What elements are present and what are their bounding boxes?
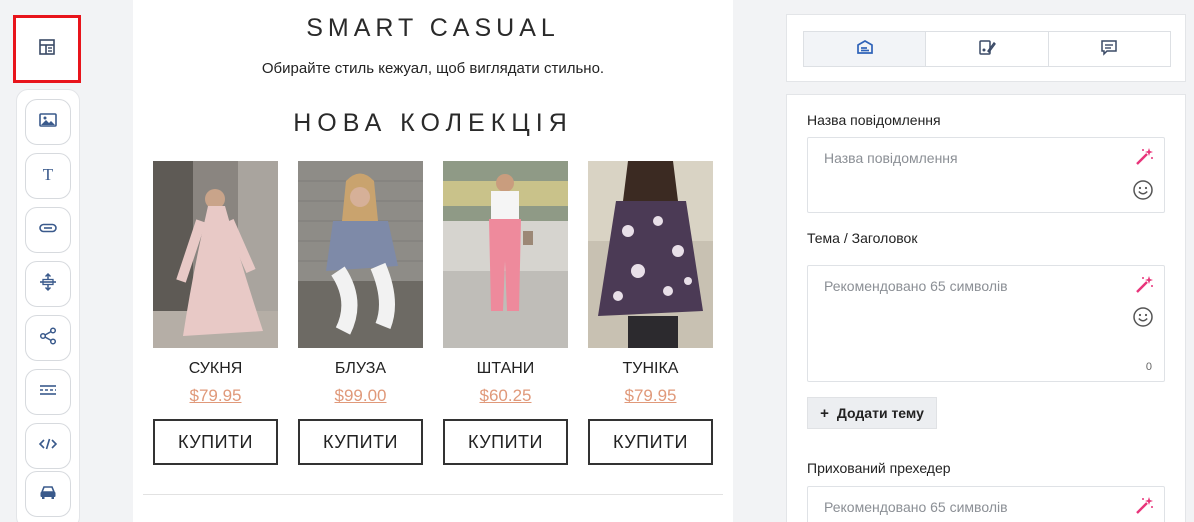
message-name-field[interactable]: Назва повідомлення bbox=[807, 137, 1165, 213]
brand-title[interactable]: SMART CASUAL bbox=[133, 14, 733, 43]
spacer-icon bbox=[38, 272, 58, 297]
dress-photo[interactable] bbox=[153, 161, 278, 348]
comments-tab[interactable] bbox=[1048, 32, 1170, 66]
subject-char-counter: 0 bbox=[1145, 361, 1152, 373]
product-card: ТУНІКА $79.95 КУПИТИ bbox=[588, 161, 713, 465]
layout-block-button[interactable] bbox=[13, 15, 81, 83]
email-canvas[interactable]: SMART CASUAL Обирайте стиль кежуал, щоб … bbox=[133, 0, 733, 522]
layout-block-icon bbox=[37, 37, 57, 62]
text-block-button[interactable]: T bbox=[25, 153, 71, 199]
image-block-button[interactable] bbox=[25, 99, 71, 145]
tunic-photo[interactable] bbox=[588, 161, 713, 348]
blouse-photo[interactable] bbox=[298, 161, 423, 348]
tagline-text[interactable]: Обирайте стиль кежуал, щоб виглядати сти… bbox=[133, 60, 733, 77]
style-tab[interactable] bbox=[926, 32, 1049, 66]
text-icon: T bbox=[38, 164, 58, 189]
message-name-placeholder: Назва повідомлення bbox=[824, 150, 958, 166]
product-card: ШТАНИ $60.25 КУПИТИ bbox=[443, 161, 568, 465]
trousers-photo[interactable] bbox=[443, 161, 568, 348]
product-name: ТУНІКА bbox=[622, 360, 679, 377]
divider-block-button[interactable] bbox=[25, 369, 71, 415]
tool-rail: T bbox=[16, 89, 80, 522]
social-block-button[interactable] bbox=[25, 315, 71, 361]
product-price[interactable]: $99.00 bbox=[298, 386, 423, 406]
preheader-field[interactable]: Рекомендовано 65 символів bbox=[807, 486, 1165, 522]
preheader-label: Прихований прехедер bbox=[807, 460, 951, 476]
share-icon bbox=[38, 326, 58, 351]
preheader-placeholder: Рекомендовано 65 символів bbox=[824, 499, 1008, 515]
settings-form: Назва повідомлення Назва повідомлення Те… bbox=[786, 94, 1186, 522]
add-subject-button[interactable]: + Додати тему bbox=[807, 397, 937, 429]
product-block-button[interactable] bbox=[25, 471, 71, 517]
subject-field[interactable]: Рекомендовано 65 символів 0 bbox=[807, 265, 1165, 382]
comment-icon bbox=[1099, 37, 1119, 62]
magic-wand-icon[interactable] bbox=[1134, 275, 1154, 295]
panel-tabs-card bbox=[786, 14, 1186, 82]
panel-tabs bbox=[803, 31, 1171, 67]
settings-tab[interactable] bbox=[804, 32, 927, 66]
product-name: СУКНЯ bbox=[188, 360, 243, 377]
product-price[interactable]: $79.95 bbox=[588, 386, 713, 406]
emoji-icon[interactable] bbox=[1132, 306, 1154, 328]
divider-icon bbox=[38, 380, 58, 405]
buy-button[interactable]: КУПИТИ bbox=[588, 419, 713, 465]
magic-wand-icon[interactable] bbox=[1134, 147, 1154, 167]
magic-wand-icon[interactable] bbox=[1134, 496, 1154, 516]
image-icon bbox=[38, 110, 58, 135]
paint-icon bbox=[977, 37, 997, 62]
email-card-icon bbox=[855, 37, 875, 62]
subject-placeholder: Рекомендовано 65 символів bbox=[824, 278, 1008, 294]
button-block-button[interactable] bbox=[25, 207, 71, 253]
product-price[interactable]: $60.25 bbox=[443, 386, 568, 406]
button-icon bbox=[38, 218, 58, 243]
spacer-block-button[interactable] bbox=[25, 261, 71, 307]
svg-text:T: T bbox=[43, 165, 54, 184]
add-subject-label: Додати тему bbox=[836, 405, 924, 421]
emoji-icon[interactable] bbox=[1132, 179, 1154, 201]
product-name: БЛУЗА bbox=[334, 360, 387, 377]
buy-button[interactable]: КУПИТИ bbox=[298, 419, 423, 465]
product-card: СУКНЯ $79.95 КУПИТИ bbox=[153, 161, 278, 465]
section-divider bbox=[143, 494, 723, 495]
collection-title[interactable]: НОВА КОЛЕКЦІЯ bbox=[133, 109, 733, 138]
product-price[interactable]: $79.95 bbox=[153, 386, 278, 406]
product-card: БЛУЗА $99.00 КУПИТИ bbox=[298, 161, 423, 465]
plus-icon: + bbox=[820, 404, 829, 422]
buy-button[interactable]: КУПИТИ bbox=[153, 419, 278, 465]
car-icon bbox=[38, 482, 58, 507]
buy-button[interactable]: КУПИТИ bbox=[443, 419, 568, 465]
product-name: ШТАНИ bbox=[476, 360, 535, 377]
subject-label: Тема / Заголовок bbox=[807, 230, 918, 246]
message-name-label: Назва повідомлення bbox=[807, 112, 941, 128]
code-icon bbox=[38, 434, 58, 459]
html-block-button[interactable] bbox=[25, 423, 71, 469]
